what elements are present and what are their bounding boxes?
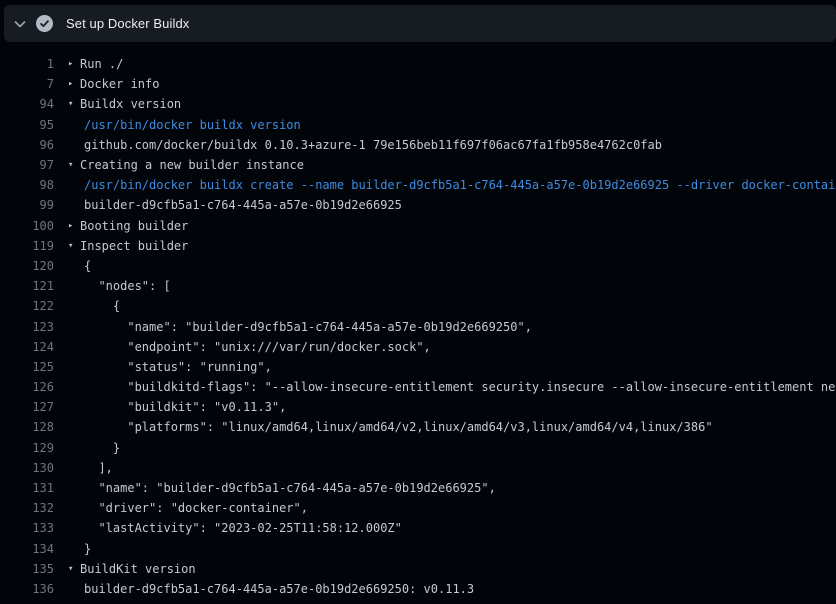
log-line: 96 ▸github.com/docker/buildx 0.10.3+azur…: [0, 135, 836, 155]
log-group-line: 135 ▾BuildKit version: [0, 559, 836, 579]
log-line-text: "driver": "docker-container",: [84, 501, 308, 515]
log-line-text: /usr/bin/docker buildx create --name bui…: [84, 178, 836, 192]
log-line-text: {: [84, 259, 91, 273]
log-line-text: "name": "builder-d9cfb5a1-c764-445a-a57e…: [84, 320, 532, 334]
log-line-number[interactable]: 120: [0, 259, 54, 273]
log-line: 125 ▸ "status": "running",: [0, 357, 836, 377]
log-line: 122 ▸ {: [0, 296, 836, 316]
chevron-down-icon[interactable]: [4, 16, 36, 32]
log-line: 126 ▸ "buildkitd-flags": "--allow-insecu…: [0, 377, 836, 397]
log-line: 131 ▸ "name": "builder-d9cfb5a1-c764-445…: [0, 478, 836, 498]
log-line-text[interactable]: Inspect builder: [80, 239, 188, 253]
log-line-text: }: [84, 542, 91, 556]
group-collapse-icon[interactable]: ▾: [68, 236, 80, 256]
log-line-number[interactable]: 133: [0, 521, 54, 535]
log-line: 99 ▸builder-d9cfb5a1-c764-445a-a57e-0b19…: [0, 195, 836, 215]
log-group-line: 119 ▾Inspect builder: [0, 236, 836, 256]
log-line-number[interactable]: 131: [0, 481, 54, 495]
log-line-number[interactable]: 1: [0, 57, 54, 71]
log-line-number[interactable]: 129: [0, 441, 54, 455]
log-line-text: "endpoint": "unix:///var/run/docker.sock…: [84, 340, 431, 354]
step-header[interactable]: Set up Docker Buildx: [4, 5, 836, 42]
log-line-text: {: [84, 299, 120, 313]
log-line: 136 ▸builder-d9cfb5a1-c764-445a-a57e-0b1…: [0, 579, 836, 599]
log-line-number[interactable]: 94: [0, 97, 54, 111]
log-line-text[interactable]: BuildKit version: [80, 562, 196, 576]
log-line-text: }: [84, 441, 120, 455]
log-area: 1 ▸Run ./ 7 ▸Docker info 94 ▾Buildx vers…: [0, 42, 836, 604]
log-line-number[interactable]: 100: [0, 219, 54, 233]
log-line-number[interactable]: 134: [0, 542, 54, 556]
log-line-number[interactable]: 99: [0, 198, 54, 212]
log-line-text: builder-d9cfb5a1-c764-445a-a57e-0b19d2e6…: [84, 582, 474, 596]
log-line: 129 ▸ }: [0, 438, 836, 458]
log-group-line: 97 ▾Creating a new builder instance: [0, 155, 836, 175]
log-line: 130 ▸ ],: [0, 458, 836, 478]
log-line: 123 ▸ "name": "builder-d9cfb5a1-c764-445…: [0, 316, 836, 336]
group-collapse-icon[interactable]: ▾: [68, 559, 80, 579]
log-line-text: "buildkit": "v0.11.3",: [84, 400, 286, 414]
log-line-number[interactable]: 126: [0, 380, 54, 394]
group-expand-icon[interactable]: ▸: [68, 216, 80, 236]
log-line: 134 ▸}: [0, 539, 836, 559]
step-title: Set up Docker Buildx: [66, 16, 189, 31]
log-group-line: 7 ▸Docker info: [0, 74, 836, 94]
log-line-text: "name": "builder-d9cfb5a1-c764-445a-a57e…: [84, 481, 496, 495]
log-line-text: "lastActivity": "2023-02-25T11:58:12.000…: [84, 521, 402, 535]
log-line-number[interactable]: 98: [0, 178, 54, 192]
log-line: 127 ▸ "buildkit": "v0.11.3",: [0, 397, 836, 417]
log-line-text: ],: [84, 461, 113, 475]
group-collapse-icon[interactable]: ▾: [68, 94, 80, 114]
log-line-number[interactable]: 130: [0, 461, 54, 475]
log-line-text: "nodes": [: [84, 279, 171, 293]
log-line-number[interactable]: 119: [0, 239, 54, 253]
log-line: 132 ▸ "driver": "docker-container",: [0, 498, 836, 518]
log-line-number[interactable]: 135: [0, 562, 54, 576]
log-line-number[interactable]: 128: [0, 420, 54, 434]
log-line: 124 ▸ "endpoint": "unix:///var/run/docke…: [0, 337, 836, 357]
log-line-text[interactable]: Docker info: [80, 77, 159, 91]
log-line-number[interactable]: 123: [0, 320, 54, 334]
log-line-number[interactable]: 7: [0, 77, 54, 91]
log-line-number[interactable]: 125: [0, 360, 54, 374]
log-line: 128 ▸ "platforms": "linux/amd64,linux/am…: [0, 417, 836, 437]
log-line-text: builder-d9cfb5a1-c764-445a-a57e-0b19d2e6…: [84, 198, 402, 212]
group-expand-icon[interactable]: ▸: [68, 54, 80, 74]
log-line-text: /usr/bin/docker buildx version: [84, 118, 301, 132]
log-line-number[interactable]: 132: [0, 501, 54, 515]
log-line-text[interactable]: Booting builder: [80, 219, 188, 233]
log-line-number[interactable]: 122: [0, 299, 54, 313]
log-line-text: "buildkitd-flags": "--allow-insecure-ent…: [84, 380, 836, 394]
log-line: 120 ▸{: [0, 256, 836, 276]
log-line: 133 ▸ "lastActivity": "2023-02-25T11:58:…: [0, 518, 836, 538]
log-line-number[interactable]: 127: [0, 400, 54, 414]
log-group-line: 1 ▸Run ./: [0, 54, 836, 74]
log-group-line: 100 ▸Booting builder: [0, 216, 836, 236]
log-line-text: github.com/docker/buildx 0.10.3+azure-1 …: [84, 138, 662, 152]
log-line-number[interactable]: 136: [0, 582, 54, 596]
log-line: 95 ▸/usr/bin/docker buildx version: [0, 115, 836, 135]
log-line-text: "status": "running",: [84, 360, 272, 374]
log-line-text[interactable]: Run ./: [80, 57, 123, 71]
log-line-text[interactable]: Buildx version: [80, 97, 181, 111]
log-line-number[interactable]: 95: [0, 118, 54, 132]
group-expand-icon[interactable]: ▸: [68, 74, 80, 94]
log-line: 98 ▸/usr/bin/docker buildx create --name…: [0, 175, 836, 195]
log-group-line: 94 ▾Buildx version: [0, 94, 836, 114]
log-line-number[interactable]: 96: [0, 138, 54, 152]
log-line-number[interactable]: 124: [0, 340, 54, 354]
log-line-number[interactable]: 121: [0, 279, 54, 293]
log-line-number[interactable]: 97: [0, 158, 54, 172]
check-circle-icon: [36, 15, 53, 32]
log-line: 121 ▸ "nodes": [: [0, 276, 836, 296]
group-collapse-icon[interactable]: ▾: [68, 155, 80, 175]
log-line-text[interactable]: Creating a new builder instance: [80, 158, 304, 172]
log-line-text: "platforms": "linux/amd64,linux/amd64/v2…: [84, 420, 713, 434]
